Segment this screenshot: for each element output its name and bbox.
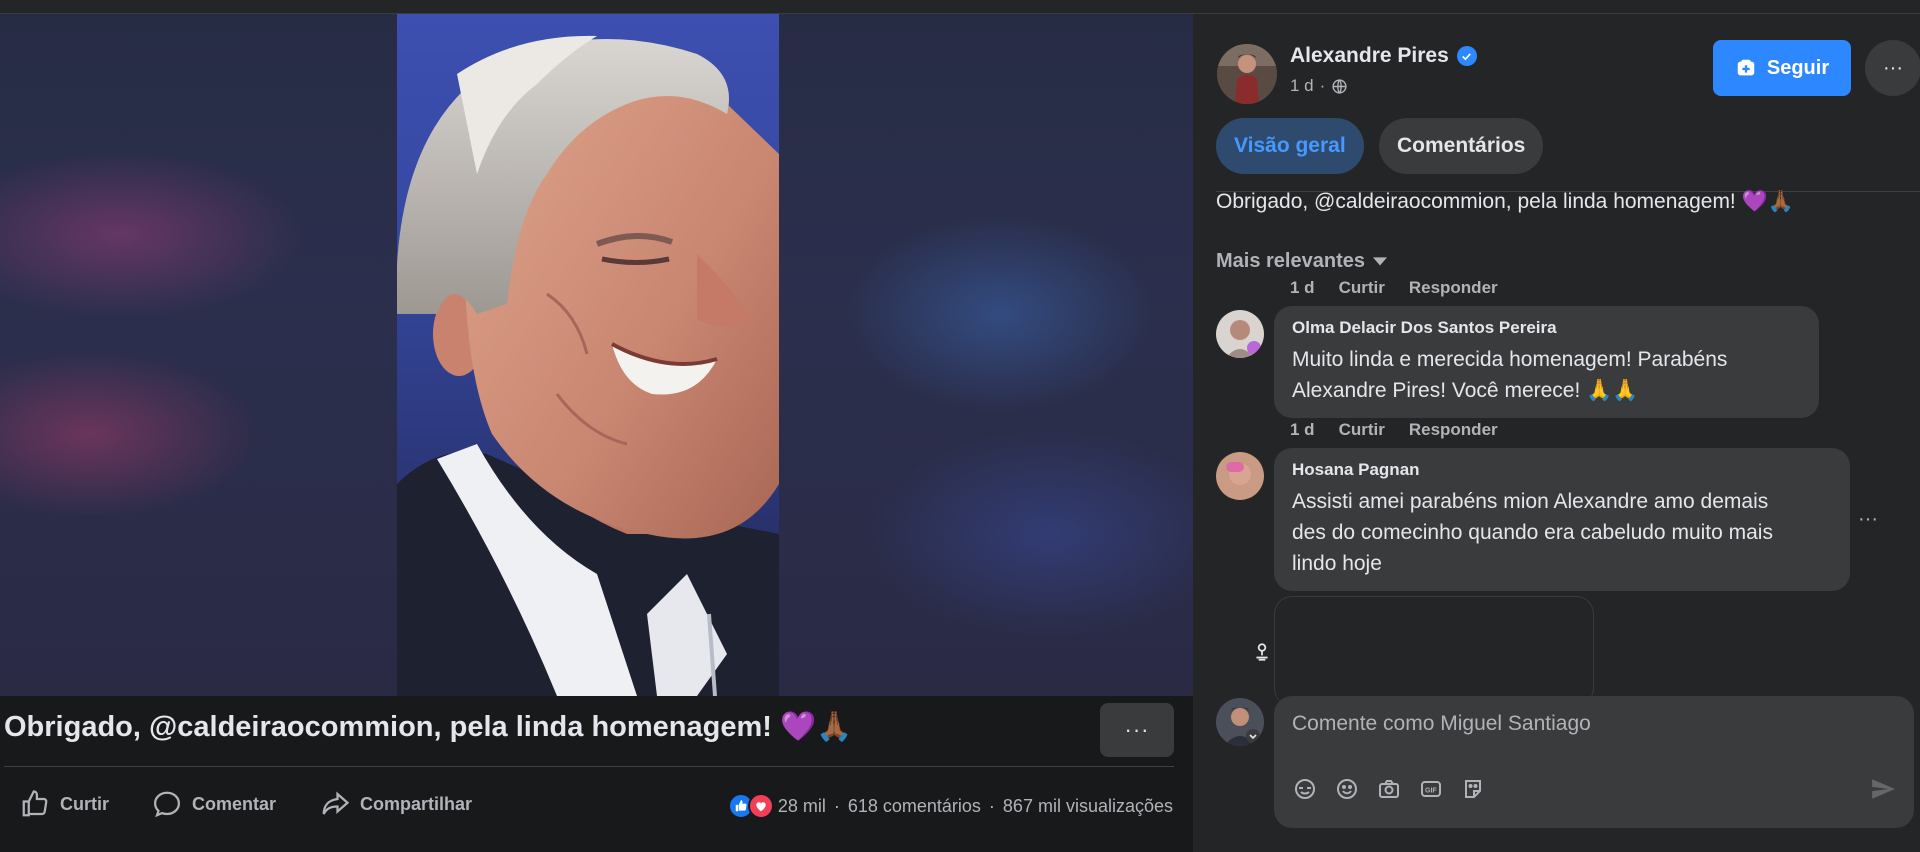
- author-name-text[interactable]: Alexandre Pires: [1290, 44, 1449, 68]
- comment-options-button[interactable]: ···: [1858, 508, 1878, 531]
- share-icon: [322, 791, 350, 815]
- verified-badge-icon: [1456, 46, 1477, 66]
- comment-reply-link[interactable]: Responder: [1409, 278, 1498, 298]
- post-time[interactable]: 1 d: [1290, 76, 1314, 96]
- follow-label[interactable]: Seguir: [1767, 57, 1829, 80]
- post-stats: 28 mil · 618 comentários · 867 mil visua…: [727, 793, 1173, 819]
- emoji-icon[interactable]: [1334, 776, 1360, 802]
- like-button[interactable]: Curtir: [20, 789, 109, 819]
- video-frame[interactable]: [397, 14, 779, 696]
- comment-bubble: Olma Delacir Dos Santos Pereira Muito li…: [1274, 306, 1819, 418]
- follow-icon: [1737, 59, 1755, 76]
- like-label: Curtir: [60, 793, 109, 814]
- comment-like-link[interactable]: Curtir: [1339, 420, 1385, 440]
- comments-count[interactable]: 618 comentários: [848, 796, 981, 817]
- caret-down-icon: [1372, 256, 1387, 265]
- comment-meta: 1 d Curtir Responder: [1290, 420, 1498, 440]
- sort-label[interactable]: Mais relevantes: [1216, 250, 1365, 273]
- meta-separator: ·: [1319, 76, 1326, 95]
- commenter-avatar[interactable]: [1216, 310, 1264, 358]
- loading-comment-placeholder: [1274, 596, 1594, 706]
- post-sidebar: Alexandre Pires 1 d · Seguir ··· Visão g…: [1193, 14, 1920, 852]
- comment-text-line: Alexandre Pires! Você merece! 🙏🙏: [1292, 379, 1639, 402]
- composer-toolbar: GIF: [1292, 776, 1486, 802]
- share-label: Compartilhar: [360, 793, 473, 814]
- comment-text-line: lindo hoje: [1292, 552, 1382, 575]
- commenter-avatar[interactable]: [1216, 452, 1264, 500]
- stats-separator: ·: [988, 795, 995, 816]
- commenter-name[interactable]: Olma Delacir Dos Santos Pereira: [1292, 318, 1801, 338]
- more-icon: ···: [1883, 56, 1903, 79]
- post-meta: 1 d ·: [1290, 76, 1348, 96]
- comment-icon: [153, 791, 181, 818]
- gif-icon[interactable]: GIF: [1418, 776, 1444, 802]
- comment-time[interactable]: 1 d: [1290, 278, 1315, 298]
- comment-input[interactable]: [1292, 712, 1872, 736]
- comment-time[interactable]: 1 d: [1290, 420, 1315, 440]
- post-caption: Obrigado, @caldeiraocommion, pela linda …: [4, 711, 853, 743]
- comment-text-line: Assisti amei parabéns mion Alexandre amo…: [1292, 490, 1769, 513]
- current-user-avatar[interactable]: [1216, 698, 1264, 746]
- sort-dropdown[interactable]: Mais relevantes: [1216, 250, 1387, 273]
- globe-icon: [1332, 78, 1347, 94]
- views-count: 867 mil visualizações: [1002, 795, 1173, 816]
- reactions-count[interactable]: 28 mil: [778, 796, 826, 817]
- pin-icon: [1256, 643, 1268, 661]
- follow-button[interactable]: Seguir: [1713, 40, 1851, 96]
- comment-meta: 1 d Curtir Responder: [1290, 278, 1498, 298]
- comment-composer: GIF: [1274, 696, 1914, 828]
- tab-comments[interactable]: Comentários: [1379, 118, 1544, 174]
- avatar-sticker-icon[interactable]: [1460, 776, 1486, 802]
- svg-text:GIF: GIF: [1425, 788, 1437, 795]
- comment-label: Comentar: [192, 793, 277, 814]
- more-icon: ···: [1124, 717, 1150, 742]
- comment-bubble: Hosana Pagnan Assisti amei parabéns mion…: [1274, 448, 1850, 591]
- sticker-icon[interactable]: [1292, 776, 1318, 802]
- camera-icon[interactable]: [1376, 776, 1402, 802]
- post-actions: Curtir Comentar Compartilhar 28 mil · 61…: [0, 767, 1193, 839]
- share-button[interactable]: Compartilhar: [320, 789, 472, 819]
- commenter-name[interactable]: Hosana Pagnan: [1292, 460, 1832, 480]
- thumbs-up-icon: [22, 790, 48, 817]
- post-text: Obrigado, @caldeiraocommion, pela linda …: [1216, 190, 1794, 213]
- video-person-image: [397, 35, 779, 696]
- caption-more-button[interactable]: ···: [1100, 703, 1174, 757]
- stats-separator: ·: [833, 795, 840, 816]
- send-icon[interactable]: [1870, 776, 1896, 802]
- comment-like-link[interactable]: Curtir: [1339, 278, 1385, 298]
- comment-text-line: des do comecinho quando era cabeludo mui…: [1292, 521, 1773, 544]
- author-name[interactable]: Alexandre Pires: [1290, 44, 1477, 68]
- video-player[interactable]: [0, 14, 1193, 696]
- comment-reply-link[interactable]: Responder: [1409, 420, 1498, 440]
- love-reaction-icon[interactable]: [747, 793, 774, 819]
- author-avatar[interactable]: [1217, 44, 1277, 104]
- comment-text-line: Muito linda e merecida homenagem! Parabé…: [1292, 348, 1728, 371]
- tab-overview[interactable]: Visão geral: [1216, 118, 1364, 174]
- top-bar: [0, 0, 1920, 14]
- post-options-button[interactable]: ···: [1865, 40, 1920, 96]
- comment-button[interactable]: Comentar: [152, 789, 276, 819]
